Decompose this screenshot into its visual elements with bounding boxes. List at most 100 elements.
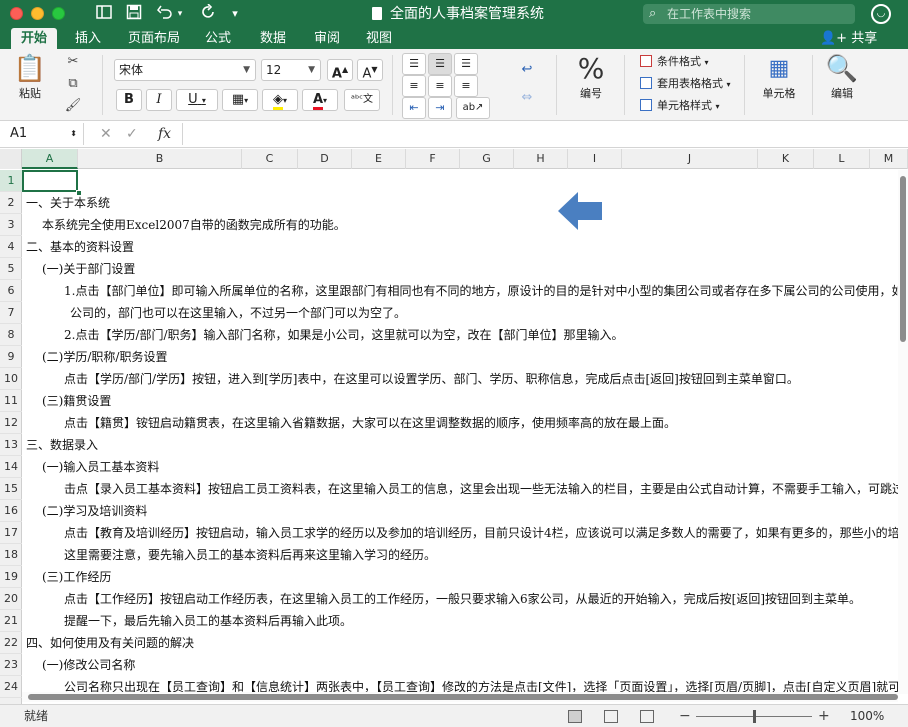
tab-home[interactable]: 开始 — [11, 28, 57, 49]
column-header-a[interactable]: A — [22, 149, 78, 169]
column-header-e[interactable]: E — [352, 149, 406, 169]
column-header-h[interactable]: H — [514, 149, 568, 169]
cell-text[interactable]: 三、数据录入 — [26, 434, 98, 456]
row-header[interactable]: 5 — [0, 258, 22, 280]
save-icon[interactable] — [124, 4, 144, 24]
close-window-button[interactable] — [10, 7, 23, 20]
column-header-b[interactable]: B — [78, 149, 242, 169]
cell-text[interactable]: 二、基本的资料设置 — [26, 236, 134, 258]
underline-button[interactable]: U ▾ — [176, 89, 218, 111]
bold-button[interactable]: B — [116, 89, 142, 111]
cell-style-button[interactable]: 单元格样式 ▾ — [640, 97, 720, 115]
row-header[interactable]: 6 — [0, 280, 22, 302]
cell-text[interactable]: 点击【籍贯】铵钮启动籍贯表，在这里输入省籍数据，大家可以在这里调整数据的顺序，使… — [64, 412, 676, 434]
share-button[interactable]: 👤+ 共享 — [820, 28, 877, 49]
decrease-font-size-button[interactable]: A▼ — [357, 59, 383, 81]
font-size-select[interactable]: 12 ▼ — [261, 59, 321, 81]
fill-color-button[interactable]: ◈▾ — [262, 89, 298, 111]
row-header[interactable]: 1 — [0, 170, 22, 192]
align-middle-button[interactable]: ☰ — [428, 53, 452, 75]
conditional-format-button[interactable]: 条件格式 ▾ — [640, 53, 709, 71]
cancel-icon[interactable]: ✕ — [100, 123, 112, 145]
paste-button[interactable]: 📋 粘贴 — [10, 53, 50, 101]
cell-text[interactable]: (三)籍贯设置 — [42, 390, 111, 412]
cell-text[interactable]: 击点【录入员工基本资料】按钮启工员工资料表，在这里输入员工的信息，这里会出现一些… — [64, 478, 898, 500]
select-all-corner[interactable] — [0, 149, 22, 169]
row-header[interactable]: 12 — [0, 412, 22, 434]
page-layout-view-icon[interactable] — [604, 710, 618, 723]
tab-review[interactable]: 审阅 — [306, 28, 348, 49]
redo-icon[interactable] — [198, 3, 218, 24]
cell-text[interactable]: (一)输入员工基本资料 — [42, 456, 159, 478]
border-button[interactable]: ▦▾ — [222, 89, 258, 111]
copy-icon[interactable]: ⧉ — [62, 75, 84, 93]
row-header[interactable]: 16 — [0, 500, 22, 522]
number-format-button[interactable]: % 编号 — [570, 53, 612, 101]
align-right-button[interactable]: ≡ — [454, 75, 478, 97]
italic-button[interactable]: I — [146, 89, 172, 111]
tab-data[interactable]: 数据 — [252, 28, 294, 49]
align-center-button[interactable]: ≡ — [428, 75, 452, 97]
customize-toolbar-icon[interactable]: ▾ — [228, 4, 242, 24]
cell-text[interactable]: 点击【教育及培训经历】按钮启动，输入员工求学的经历以及参加的培训经历，目前只设计… — [64, 522, 898, 544]
row-header[interactable]: 17 — [0, 522, 22, 544]
row-header[interactable]: 22 — [0, 632, 22, 654]
row-header[interactable]: 3 — [0, 214, 22, 236]
cell-text[interactable]: 点击【学历/部门/学历】按钮，进入到[学历]表中，在这里可以设置学历、部门、学历… — [64, 368, 799, 390]
font-name-select[interactable]: 宋体 ▼ — [114, 59, 256, 81]
zoom-in-button[interactable]: + — [818, 705, 830, 727]
sidebar-toggle-icon[interactable] — [94, 4, 114, 24]
align-left-button[interactable]: ≡ — [402, 75, 426, 97]
minimize-window-button[interactable] — [31, 7, 44, 20]
cell-text[interactable]: 这里需要注意，要先输入员工的基本资料后再来这里输入学习的经历。 — [64, 544, 436, 566]
page-break-view-icon[interactable] — [640, 710, 654, 723]
row-header[interactable]: 18 — [0, 544, 22, 566]
font-color-button[interactable]: A▾ — [302, 89, 338, 111]
feedback-smiley-icon[interactable]: ◡ — [871, 4, 891, 24]
cell-text[interactable]: 公司的，部门也可以在这里输入，不过另一个部门可以为空了。 — [70, 302, 406, 324]
cell-text[interactable]: (三)工作经历 — [42, 566, 111, 588]
cell-text[interactable]: 一、关于本系统 — [26, 192, 110, 214]
cell-text[interactable]: (二)学历/职称/职务设置 — [42, 346, 167, 368]
column-header-i[interactable]: I — [568, 149, 622, 169]
row-header[interactable]: 24 — [0, 676, 22, 698]
vertical-scrollbar[interactable] — [898, 170, 908, 694]
cell-text[interactable]: 点击【工作经历】按钮启动工作经历表，在这里输入员工的工作经历，一般只要求输入6家… — [64, 588, 861, 610]
vertical-scroll-thumb[interactable] — [900, 176, 906, 342]
cells-button[interactable]: ▦ 单元格 — [756, 53, 802, 101]
row-header[interactable]: 20 — [0, 588, 22, 610]
merge-center-icon[interactable]: ⇔ — [514, 89, 540, 107]
increase-indent-button[interactable]: ⇥ — [428, 97, 452, 119]
format-painter-icon[interactable]: 🖌 — [62, 97, 84, 115]
worksheet[interactable]: 一、关于本系统 本系统完全使用Excel2007自带的函数完成所有的功能。 二、基本… — [22, 170, 898, 694]
tab-formulas[interactable]: 公式 — [197, 28, 239, 49]
horizontal-scrollbar[interactable] — [22, 692, 898, 702]
row-header[interactable]: 23 — [0, 654, 22, 676]
phonetic-button[interactable]: ᵃᵇᶜ文 — [344, 89, 380, 111]
undo-icon[interactable] — [155, 4, 175, 24]
row-header[interactable]: 7 — [0, 302, 22, 324]
undo-dropdown-icon[interactable]: ▾ — [174, 4, 186, 24]
orientation-button[interactable]: ab↗ — [456, 97, 490, 119]
column-header-f[interactable]: F — [406, 149, 460, 169]
active-cell-a1[interactable] — [22, 170, 82, 196]
search-input[interactable]: ⌕ 在工作表中搜索 — [643, 4, 855, 24]
column-header-l[interactable]: L — [814, 149, 870, 169]
normal-view-icon[interactable] — [568, 710, 582, 723]
column-header-d[interactable]: D — [298, 149, 352, 169]
editing-button[interactable]: 🔍 编辑 — [822, 53, 862, 101]
tab-insert[interactable]: 插入 — [67, 28, 109, 49]
column-header-g[interactable]: G — [460, 149, 514, 169]
table-format-button[interactable]: 套用表格格式 ▾ — [640, 75, 731, 93]
tab-page-layout[interactable]: 页面布局 — [121, 28, 187, 49]
cell-text[interactable]: 本系统完全使用Excel2007自带的函数完成所有的功能。 — [42, 214, 346, 236]
row-header[interactable]: 4 — [0, 236, 22, 258]
cell-text[interactable]: (二)学习及培训资料 — [42, 500, 147, 522]
row-header[interactable]: 11 — [0, 390, 22, 412]
decrease-indent-button[interactable]: ⇤ — [402, 97, 426, 119]
column-header-k[interactable]: K — [758, 149, 814, 169]
row-header[interactable]: 8 — [0, 324, 22, 346]
row-header[interactable]: 19 — [0, 566, 22, 588]
increase-font-size-button[interactable]: A▲ — [327, 59, 353, 81]
row-header[interactable]: 15 — [0, 478, 22, 500]
